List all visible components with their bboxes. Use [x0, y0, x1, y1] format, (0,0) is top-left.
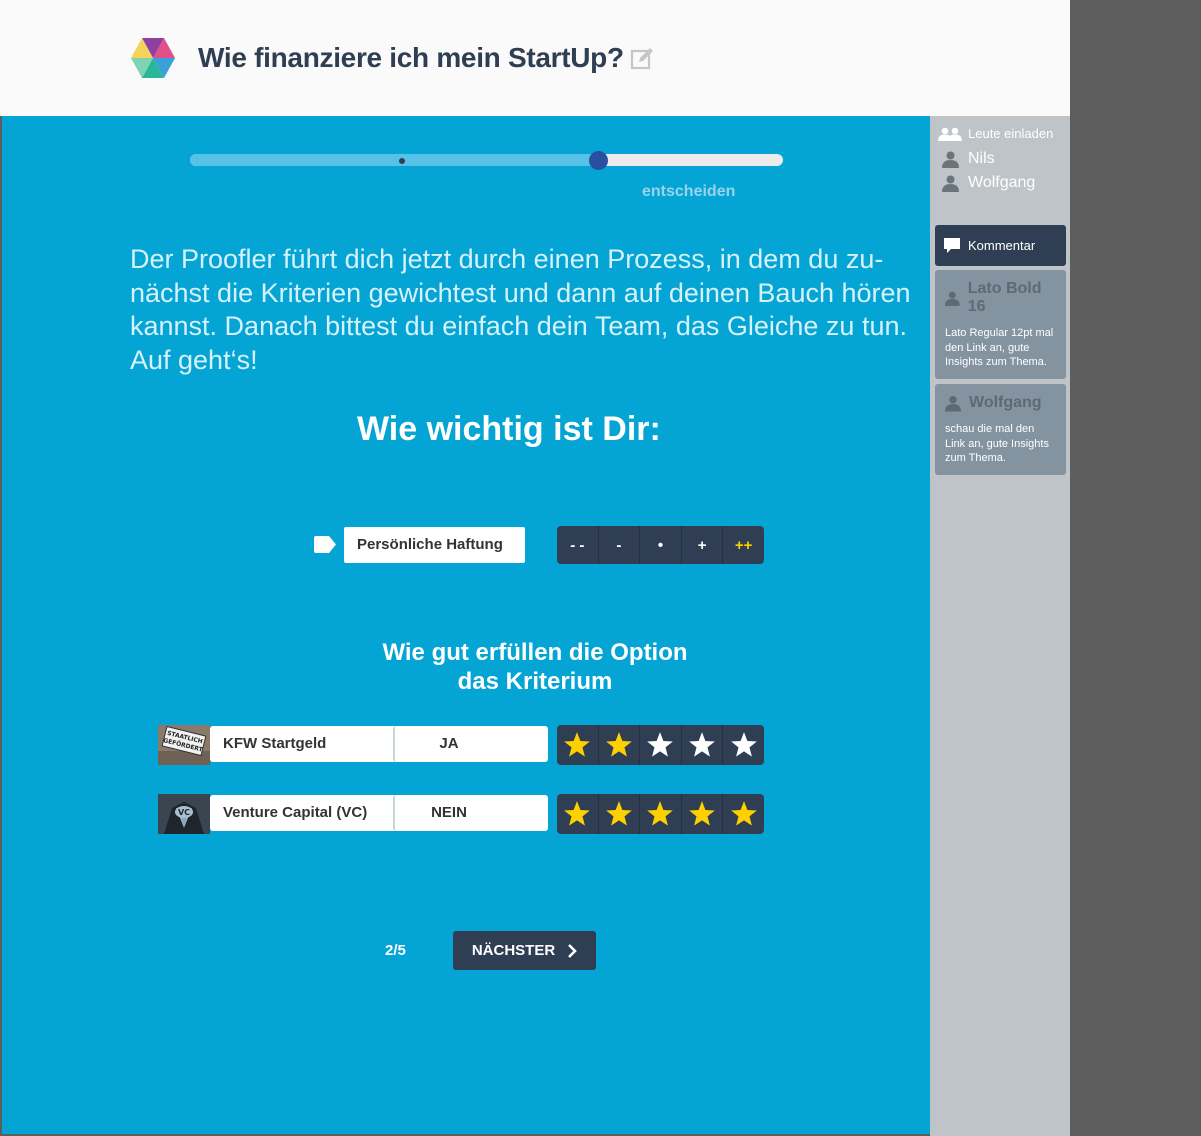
comment-author: Lato Bold 16: [945, 280, 1056, 316]
question-heading: Wie wichtig ist Dir:: [357, 410, 661, 448]
comment-author-name: Lato Bold 16: [967, 280, 1042, 315]
comment-button[interactable]: Kommentar: [935, 225, 1066, 266]
option-value-field[interactable]: NEIN: [393, 795, 503, 831]
comment-card[interactable]: Wolfgang schau die mal den Link an, gute…: [935, 384, 1066, 475]
star-icon: [689, 801, 715, 826]
tag-icon: [314, 536, 336, 553]
progress-bar[interactable]: [190, 151, 783, 170]
weight-low-button[interactable]: -: [599, 526, 641, 564]
star-rating-button[interactable]: [723, 725, 764, 765]
progress-step-dot: [399, 158, 405, 164]
star-rating-button[interactable]: [640, 794, 682, 834]
star-rating-button[interactable]: [723, 794, 764, 834]
comment-button-label: Kommentar: [968, 238, 1036, 253]
star-rating: [557, 794, 764, 834]
star-icon: [606, 801, 632, 826]
star-icon: [564, 801, 591, 826]
comment-card[interactable]: Lato Bold 16 Lato Regular 12pt mal den L…: [935, 270, 1066, 379]
option-thumbnail: VC: [158, 794, 210, 834]
comment-text: schau die mal den Link an, gute Insights…: [945, 423, 1049, 464]
star-rating: [557, 725, 764, 765]
user-icon: [942, 151, 959, 168]
user-icon: [945, 395, 961, 411]
next-button-label: NÄCHSTER: [471, 942, 556, 959]
intro-text: Der Proofler führt dich jetzt durch eine…: [130, 244, 911, 375]
weight-high-button[interactable]: +: [682, 526, 724, 564]
option-thumbnail: STAATLICH GEFÖRDERT: [158, 725, 210, 765]
color-hexagon-logo-icon[interactable]: [130, 36, 176, 80]
star-rating-button[interactable]: [682, 794, 724, 834]
rating-question-line-1: Wie gut erfüllen die Option: [382, 639, 688, 666]
member-item: Wolfgang: [942, 174, 1035, 192]
star-rating-button[interactable]: [640, 725, 682, 765]
progress-fill: [190, 154, 599, 166]
next-button[interactable]: NÄCHSTER: [453, 931, 596, 970]
star-rating-button[interactable]: [599, 794, 641, 834]
star-rating-button[interactable]: [682, 725, 724, 765]
star-rating-button[interactable]: [557, 725, 599, 765]
chevron-right-icon: [568, 943, 578, 958]
invite-people-button[interactable]: Leute einladen: [938, 126, 1053, 141]
star-icon: [647, 732, 674, 757]
member-name: Wolfgang: [968, 174, 1036, 191]
comment-text: Lato Regular 12pt mal den Link an, gute …: [945, 327, 1054, 368]
page-indicator: 2/5: [385, 942, 406, 959]
user-icon: [945, 291, 960, 306]
criterion-field[interactable]: Persönliche Haftung: [344, 527, 525, 563]
star-rating-button[interactable]: [557, 794, 599, 834]
weight-very-high-button[interactable]: ++: [723, 526, 764, 564]
star-icon: [730, 732, 757, 757]
comment-author-name: Wolfgang: [969, 394, 1042, 411]
star-icon: [730, 801, 757, 826]
weight-selector: - - - • + ++: [557, 526, 764, 564]
users-icon: [938, 127, 962, 141]
rating-question-line-2: das Kriterium: [457, 668, 613, 695]
comment-author: Wolfgang: [945, 394, 1056, 412]
progress-step-label: entscheiden: [642, 183, 736, 200]
user-icon: [942, 175, 959, 192]
star-rating-button[interactable]: [599, 725, 641, 765]
star-icon: [606, 732, 632, 757]
star-icon: [689, 732, 715, 757]
member-item: Nils: [942, 150, 995, 168]
weight-neutral-button[interactable]: •: [640, 526, 682, 564]
sidebar: [930, 116, 1070, 1136]
star-icon: [647, 801, 674, 826]
option-value-field[interactable]: JA: [393, 726, 503, 762]
progress-knob[interactable]: [589, 151, 608, 170]
speech-bubble-icon: [944, 238, 960, 253]
page-title: Wie finanziere ich mein StartUp?: [198, 42, 624, 73]
star-icon: [564, 732, 591, 757]
app-header: Wie finanziere ich mein StartUp?: [0, 0, 1070, 116]
svg-text:VC: VC: [178, 808, 190, 817]
pencil-edit-icon[interactable]: [630, 47, 654, 71]
member-name: Nils: [968, 150, 995, 167]
weight-very-low-button[interactable]: - -: [557, 526, 599, 564]
invite-label: Leute einladen: [968, 126, 1054, 141]
rating-question: Wie gut erfüllen die Option das Kriteriu…: [350, 638, 720, 696]
